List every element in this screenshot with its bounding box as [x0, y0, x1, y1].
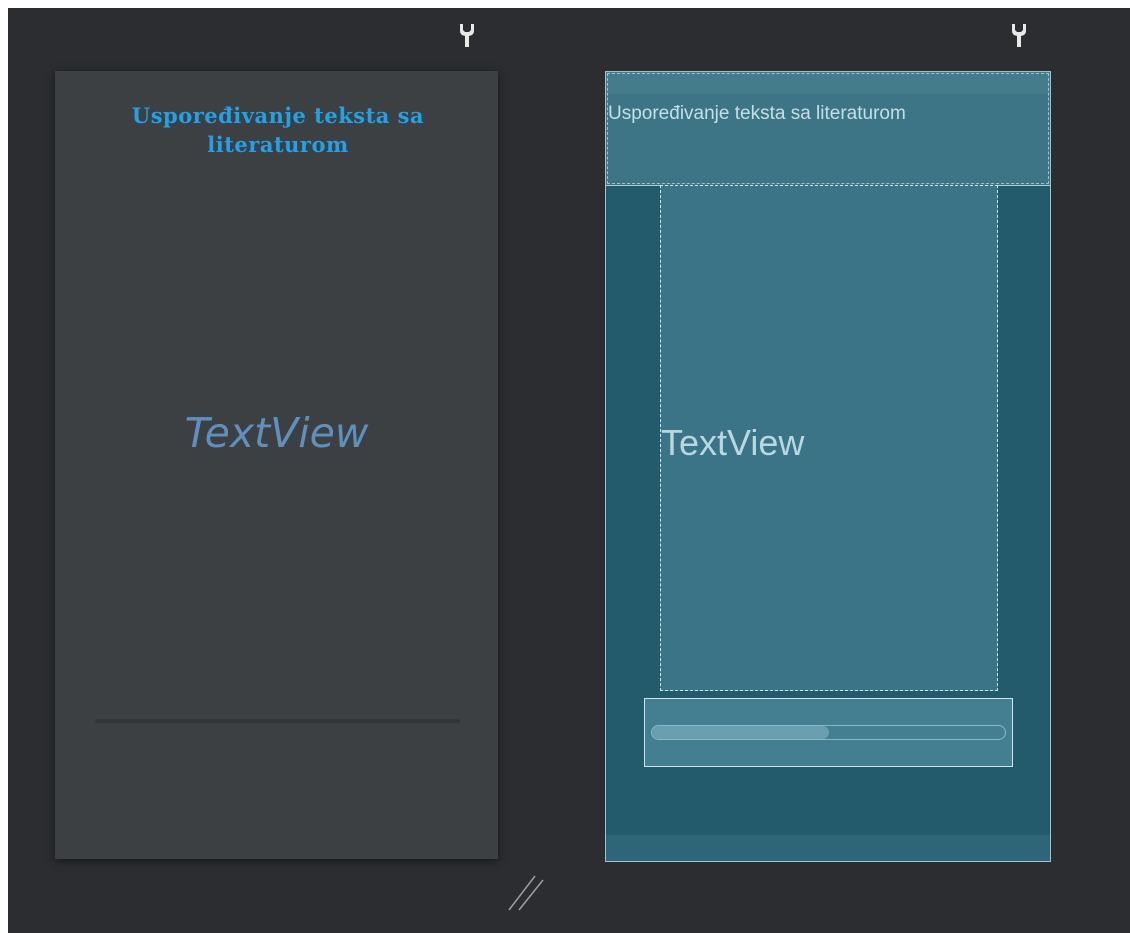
- blueprint-view-screen[interactable]: Uspoređivanje teksta sa literaturom Text…: [605, 71, 1051, 862]
- blueprint-progress-fill: [652, 726, 829, 739]
- blueprint-progress-bar[interactable]: [651, 725, 1006, 740]
- design-title-text[interactable]: Uspoređivanje teksta sa literaturom: [73, 101, 483, 159]
- blueprint-title-outline: [607, 73, 1049, 184]
- resize-handle-icon[interactable]: [505, 866, 545, 912]
- blueprint-textview-label: TextView: [661, 422, 805, 463]
- blueprint-title-container[interactable]: Uspoređivanje teksta sa literaturom: [606, 72, 1050, 186]
- wrench-icon[interactable]: [1010, 22, 1028, 48]
- layout-editor-canvas: Uspoređivanje teksta sa literaturom Text…: [8, 8, 1130, 933]
- design-view-screen[interactable]: Uspoređivanje teksta sa literaturom Text…: [55, 71, 498, 859]
- design-progress-bar[interactable]: [95, 719, 460, 723]
- blueprint-title-text[interactable]: Uspoređivanje teksta sa literaturom: [608, 103, 906, 125]
- design-textview[interactable]: TextView: [55, 409, 498, 457]
- wrench-icon[interactable]: [458, 22, 476, 48]
- blueprint-textview[interactable]: TextView: [660, 185, 998, 691]
- blueprint-progress-container[interactable]: [644, 698, 1013, 767]
- blueprint-navigation-bar: [606, 835, 1050, 861]
